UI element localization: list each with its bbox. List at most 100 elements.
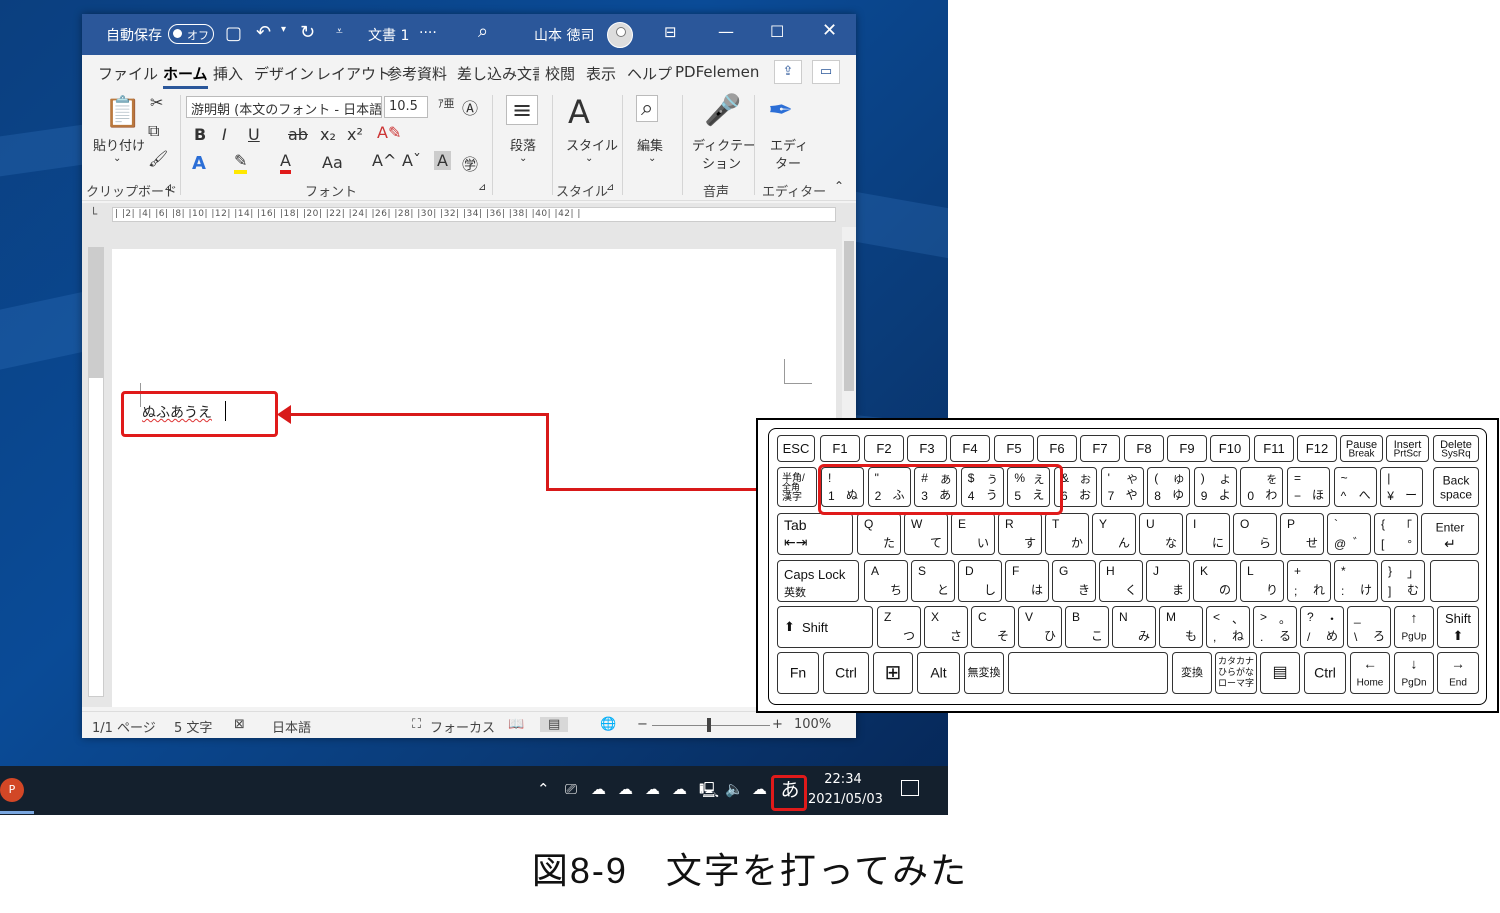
- grow-font-button[interactable]: A^: [372, 151, 396, 170]
- italic-button[interactable]: I: [222, 125, 227, 144]
- enclose-char-icon[interactable]: ㊫: [462, 151, 478, 175]
- subscript-button[interactable]: x₂: [320, 125, 336, 144]
- styles-launcher-icon[interactable]: ⊿: [606, 182, 614, 193]
- tab-selector-icon[interactable]: └: [90, 207, 97, 221]
- network-drive-icon[interactable]: ☁: [591, 780, 606, 798]
- search-icon[interactable]: ⌕: [478, 21, 488, 42]
- char-border-icon[interactable]: Ⓐ: [462, 95, 478, 119]
- focus-mode-icon[interactable]: ⛶: [412, 717, 421, 732]
- change-case-button[interactable]: Aa: [322, 153, 343, 172]
- tab-layout[interactable]: レイアウト: [316, 63, 391, 84]
- tab-file[interactable]: ファイル: [98, 63, 158, 84]
- styles-label[interactable]: スタイル: [566, 135, 618, 154]
- text-effects-icon[interactable]: A: [192, 153, 206, 174]
- superscript-button[interactable]: x²: [347, 125, 363, 144]
- copy-icon[interactable]: ⧉: [148, 121, 159, 141]
- onedrive-icon[interactable]: ☁: [618, 780, 633, 798]
- key-q-7: Iに: [1186, 513, 1230, 555]
- paragraph-dropdown-icon[interactable]: ⌄: [519, 153, 527, 164]
- focus-mode-label[interactable]: フォーカス: [430, 717, 495, 736]
- clear-format-icon[interactable]: A✎: [377, 123, 401, 142]
- phonetic-guide-icon[interactable]: ｱ亜: [438, 95, 455, 111]
- zoom-out-button[interactable]: −: [637, 717, 648, 732]
- font-launcher-icon[interactable]: ⊿: [478, 182, 486, 193]
- editing-label[interactable]: 編集: [637, 135, 663, 154]
- clipboard-launcher-icon[interactable]: ⊿: [164, 182, 172, 193]
- notification-icon[interactable]: [901, 780, 919, 796]
- tab-view[interactable]: 表示: [586, 63, 616, 84]
- share-button[interactable]: ⇪: [774, 60, 802, 84]
- undo-dropdown-icon[interactable]: ▾: [281, 24, 286, 35]
- customize-qat-icon[interactable]: ⩡: [336, 24, 343, 39]
- editor-label-1[interactable]: エディ: [770, 135, 808, 154]
- network-icon[interactable]: 🖳: [699, 780, 719, 805]
- styles-icon[interactable]: A: [568, 93, 590, 131]
- paragraph-label[interactable]: 段落: [510, 135, 536, 154]
- close-icon[interactable]: ✕: [822, 20, 837, 41]
- tab-references[interactable]: 参考資料: [387, 63, 447, 84]
- bold-button[interactable]: B: [194, 125, 206, 144]
- tab-review[interactable]: 校閲: [545, 63, 575, 84]
- zoom-slider[interactable]: [652, 725, 770, 726]
- language-indicator[interactable]: 日本語: [272, 717, 311, 736]
- proofing-icon[interactable]: ⊠: [234, 717, 245, 732]
- zoom-slider-thumb[interactable]: [707, 718, 711, 732]
- key-insert: Insert PrtScr: [1386, 435, 1429, 462]
- paste-dropdown-icon[interactable]: ⌄: [113, 153, 121, 164]
- weather-icon[interactable]: ☁: [752, 780, 767, 798]
- read-mode-icon[interactable]: 📖: [508, 717, 524, 732]
- paste-label[interactable]: 貼り付け: [93, 135, 145, 154]
- editing-dropdown-icon[interactable]: ⌄: [648, 153, 656, 164]
- show-hidden-icons-icon[interactable]: ⌃: [537, 780, 550, 798]
- tab-pdfelement[interactable]: PDFelement: [675, 63, 759, 81]
- tab-mailings[interactable]: 差し込み文書: [457, 63, 539, 84]
- paste-icon[interactable]: 📋: [104, 95, 141, 130]
- tab-home[interactable]: ホーム: [163, 63, 208, 89]
- comments-button[interactable]: ▭: [812, 60, 840, 84]
- undo-icon[interactable]: ↶: [256, 22, 271, 43]
- meet-now-icon[interactable]: ⎚: [565, 780, 577, 798]
- ribbon-display-options-icon[interactable]: ⊟: [664, 23, 677, 41]
- powerpoint-icon[interactable]: P: [0, 778, 24, 802]
- redo-icon[interactable]: ↻: [300, 22, 315, 43]
- strikethrough-button[interactable]: ab: [288, 125, 308, 144]
- tab-insert[interactable]: 挿入: [213, 63, 243, 84]
- clock[interactable]: 22:34 2021/05/03: [808, 770, 883, 810]
- cut-icon[interactable]: ✂: [150, 93, 163, 112]
- autosave-toggle[interactable]: オフ: [168, 24, 214, 44]
- tab-help[interactable]: ヘルプ: [627, 63, 672, 84]
- tab-design[interactable]: デザイン: [254, 63, 314, 84]
- dictation-label-2[interactable]: ション: [702, 153, 741, 172]
- editor-label-2[interactable]: ター: [775, 153, 801, 172]
- format-painter-icon[interactable]: 🖌: [148, 149, 168, 168]
- editor-pen-icon[interactable]: ✒: [768, 93, 793, 128]
- print-layout-icon[interactable]: ▤: [540, 717, 569, 732]
- zoom-level[interactable]: 100%: [794, 717, 831, 732]
- key-num-8: ) よ 9 よ: [1193, 467, 1237, 507]
- volume-icon[interactable]: 🔈: [725, 780, 744, 798]
- underline-button[interactable]: U: [248, 125, 260, 144]
- document-page[interactable]: [112, 249, 836, 707]
- save-icon[interactable]: ▢: [225, 23, 242, 44]
- user-avatar[interactable]: [607, 22, 633, 48]
- onedrive-icon-2[interactable]: ☁: [645, 780, 660, 798]
- minimize-icon[interactable]: —: [718, 22, 734, 41]
- editing-search-icon[interactable]: ⌕: [636, 95, 659, 122]
- zoom-in-button[interactable]: +: [772, 717, 783, 732]
- paragraph-icon[interactable]: ≡: [506, 95, 539, 125]
- word-count[interactable]: 5 文字: [174, 717, 212, 736]
- char-shading-icon[interactable]: A: [434, 151, 451, 170]
- styles-dropdown-icon[interactable]: ⌄: [585, 153, 593, 164]
- microphone-icon[interactable]: 🎤: [704, 93, 741, 128]
- dictation-label-1[interactable]: ディクテー: [692, 135, 756, 154]
- shrink-font-button[interactable]: Aˇ: [402, 151, 421, 170]
- font-color-icon[interactable]: A: [280, 151, 291, 174]
- web-layout-icon[interactable]: 🌐: [600, 717, 616, 732]
- page-count[interactable]: 1/1 ページ: [92, 717, 156, 736]
- font-name-select[interactable]: 游明朝 (本文のフォント - 日本語): [186, 96, 382, 118]
- collapse-ribbon-icon[interactable]: ⌃: [834, 179, 844, 193]
- maximize-icon[interactable]: ☐: [770, 22, 784, 41]
- onedrive-icon-3[interactable]: ☁: [672, 780, 687, 798]
- highlight-icon[interactable]: ✎: [234, 151, 248, 174]
- font-size-select[interactable]: 10.5: [384, 96, 428, 118]
